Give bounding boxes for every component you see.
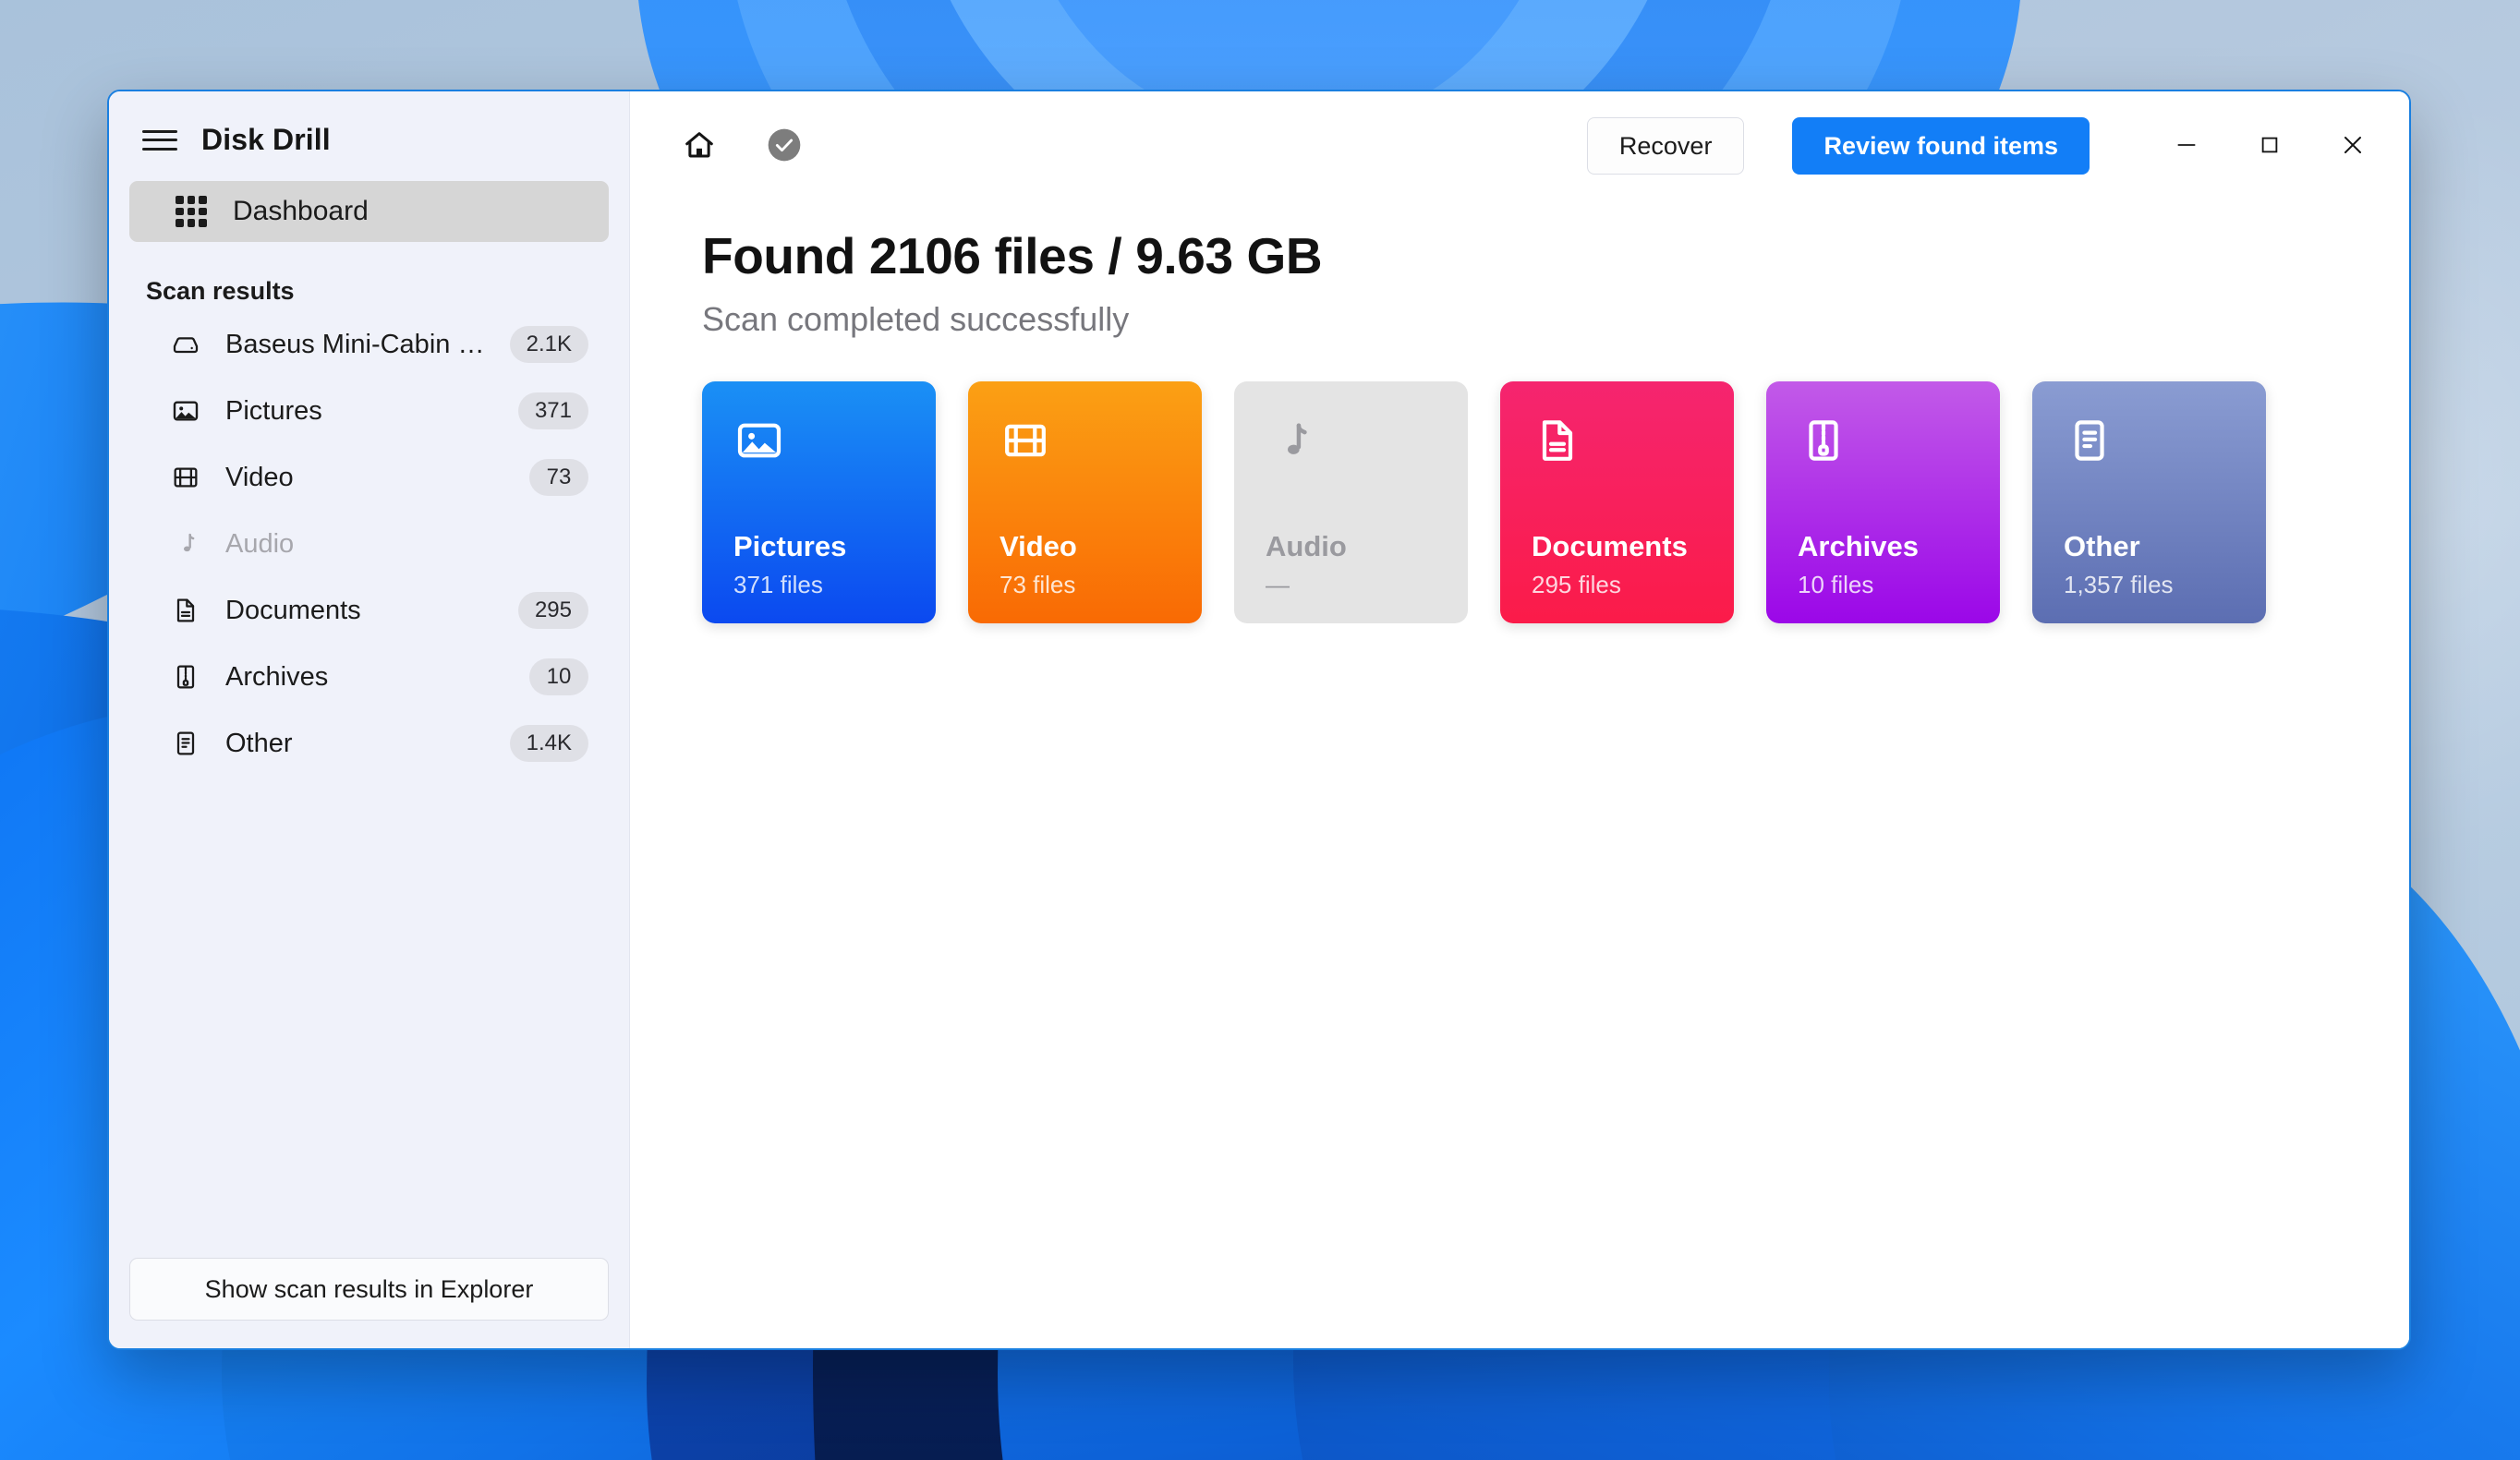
show-in-explorer-button[interactable]: Show scan results in Explorer: [129, 1258, 609, 1321]
review-found-items-button[interactable]: Review found items: [1792, 117, 2090, 175]
archive-icon: [1798, 415, 1849, 466]
maximize-button[interactable]: [2228, 114, 2311, 178]
category-card-grid: Pictures 371 files Video 73 files Audio …: [702, 381, 2369, 623]
close-button[interactable]: [2311, 114, 2394, 178]
category-card-video[interactable]: Video 73 files: [968, 381, 1202, 623]
minimize-button[interactable]: [2145, 114, 2228, 178]
minimize-icon: [2175, 133, 2199, 160]
toolbar: Recover Review found items: [630, 91, 2409, 200]
card-file-count: 295 files: [1532, 571, 1621, 598]
document-icon: [1532, 415, 1583, 466]
disk-icon: [170, 329, 201, 360]
card-title: Audio: [1266, 530, 1347, 562]
desktop-background: Disk Drill Dashboard Scan results Baseus…: [0, 0, 2520, 1460]
category-card-other[interactable]: Other 1,357 files: [2032, 381, 2266, 623]
sidebar-item-pictures[interactable]: Pictures 371: [129, 378, 609, 444]
check-circle-icon: [766, 127, 803, 166]
card-title: Pictures: [733, 530, 847, 562]
recover-button[interactable]: Recover: [1586, 117, 1745, 175]
card-file-count: 10 files: [1798, 571, 1874, 598]
scan-status-button[interactable]: [756, 117, 813, 175]
sidebar-item-audio[interactable]: Audio: [129, 511, 609, 577]
film-icon: [170, 462, 201, 493]
grid-icon: [176, 196, 207, 227]
sidebar-item-label: Documents: [225, 595, 361, 625]
card-file-count: 1,357 files: [2064, 571, 2174, 598]
sidebar-footer: Show scan results in Explorer: [109, 1258, 629, 1348]
sidebar-item-count: 73: [529, 459, 588, 496]
maximize-icon: [2258, 133, 2282, 160]
sidebar: Disk Drill Dashboard Scan results Baseus…: [109, 91, 630, 1348]
sidebar-item-device[interactable]: Baseus Mini-Cabin Card... 2.1K: [129, 311, 609, 378]
file-list-icon: [2064, 415, 2115, 466]
sidebar-item-other[interactable]: Other 1.4K: [129, 710, 609, 777]
home-button[interactable]: [671, 117, 728, 175]
sidebar-item-count: 371: [517, 392, 588, 429]
music-note-icon: [1266, 415, 1317, 466]
app-title: Disk Drill: [201, 123, 331, 156]
dashboard-content: Found 2106 files / 9.63 GB Scan complete…: [630, 200, 2409, 623]
sidebar-section-label: Scan results: [146, 277, 295, 305]
category-card-documents[interactable]: Documents 295 files: [1500, 381, 1734, 623]
image-icon: [170, 395, 201, 427]
category-card-audio[interactable]: Audio —: [1234, 381, 1468, 623]
card-title: Video: [1000, 530, 1077, 562]
home-icon: [682, 127, 717, 165]
sidebar-item-label: Baseus Mini-Cabin Card...: [225, 329, 486, 359]
sidebar-nav-top: Dashboard: [109, 177, 629, 242]
sidebar-item-count: 2.1K: [509, 326, 588, 363]
image-icon: [733, 415, 785, 466]
card-file-count: 371 files: [733, 571, 823, 598]
sidebar-item-label: Dashboard: [233, 196, 369, 226]
sidebar-item-count: 10: [529, 658, 588, 695]
sidebar-item-count: 1.4K: [509, 725, 588, 762]
scan-results-list: Baseus Mini-Cabin Card... 2.1K Pictures …: [109, 311, 629, 777]
card-file-count: 73 files: [1000, 571, 1076, 598]
disk-drill-window: Disk Drill Dashboard Scan results Baseus…: [107, 90, 2411, 1350]
sidebar-item-documents[interactable]: Documents 295: [129, 577, 609, 644]
hamburger-icon[interactable]: [142, 127, 177, 154]
card-file-count: —: [1266, 571, 1290, 598]
main-content: Recover Review found items Found 2106 fi…: [630, 91, 2409, 1348]
file-list-icon: [170, 728, 201, 759]
category-card-pictures[interactable]: Pictures 371 files: [702, 381, 936, 623]
page-title: Found 2106 files / 9.63 GB: [702, 227, 1323, 284]
sidebar-item-label: Video: [225, 462, 294, 492]
scan-status-text: Scan completed successfully: [702, 300, 1130, 338]
music-note-icon: [170, 528, 201, 560]
window-controls: [2145, 114, 2394, 178]
card-title: Other: [2064, 530, 2140, 562]
sidebar-item-label: Other: [225, 728, 293, 758]
archive-icon: [170, 661, 201, 693]
category-card-archives[interactable]: Archives 10 files: [1766, 381, 2000, 623]
sidebar-header: Disk Drill: [109, 91, 629, 177]
card-title: Documents: [1532, 530, 1688, 562]
sidebar-item-video[interactable]: Video 73: [129, 444, 609, 511]
close-icon: [2339, 131, 2367, 162]
sidebar-item-archives[interactable]: Archives 10: [129, 644, 609, 710]
sidebar-item-label: Pictures: [225, 395, 322, 426]
sidebar-item-label: Archives: [225, 661, 329, 692]
sidebar-item-count: 295: [517, 592, 588, 629]
sidebar-item-dashboard[interactable]: Dashboard: [129, 181, 609, 242]
film-icon: [1000, 415, 1051, 466]
sidebar-item-label: Audio: [225, 528, 295, 559]
document-icon: [170, 595, 201, 626]
card-title: Archives: [1798, 530, 1919, 562]
